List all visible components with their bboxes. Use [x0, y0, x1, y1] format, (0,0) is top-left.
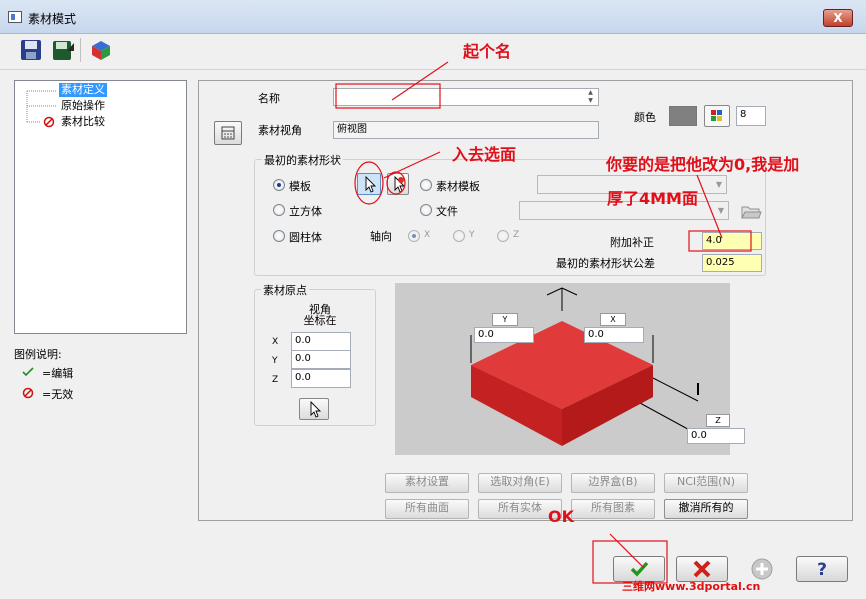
- color-number-field[interactable]: 8: [736, 106, 766, 126]
- legend-invalid: =无效: [42, 388, 74, 401]
- select-pointer-icon[interactable]: [357, 173, 381, 195]
- cylinder-label: 圆柱体: [289, 231, 322, 244]
- all-surfaces-button[interactable]: 所有曲面: [385, 499, 469, 519]
- shape-group-title: 最初的素材形状: [262, 152, 343, 168]
- stock-template-radio[interactable]: [420, 179, 432, 191]
- axis-y-label: Y: [469, 230, 475, 240]
- file-radio[interactable]: [420, 204, 432, 216]
- origin-y-field[interactable]: 0.0: [291, 350, 351, 369]
- axis-y-radio[interactable]: [453, 230, 465, 242]
- bounding-box-button[interactable]: 边界盒(B): [571, 473, 655, 493]
- preview-z-field[interactable]: 0.0: [687, 428, 745, 444]
- axis-x-label: X: [424, 230, 431, 240]
- window-title: 素材模式: [28, 12, 77, 26]
- stock-setup-button[interactable]: 素材设置: [385, 473, 469, 493]
- axis-z-label: Z: [513, 230, 520, 240]
- legend-edit: =编辑: [42, 367, 74, 380]
- offset-field[interactable]: 4.0: [702, 232, 762, 250]
- stock-preview: [395, 283, 730, 455]
- annotation-offset-note-2: 厚了4MM面: [607, 189, 698, 208]
- save-icon[interactable]: [18, 37, 44, 63]
- title-bar: [0, 0, 866, 34]
- name-input[interactable]: [333, 88, 599, 106]
- template-radio[interactable]: [273, 179, 285, 191]
- template-label: 模板: [289, 180, 311, 193]
- tree-item-stock-definition[interactable]: 素材定义: [59, 83, 107, 97]
- file-label: 文件: [436, 205, 458, 218]
- annotation-name-note: 起个名: [463, 42, 512, 61]
- toolbar: [0, 34, 866, 70]
- origin-z-field[interactable]: 0.0: [291, 369, 351, 388]
- view-label: 素材视角: [258, 124, 302, 137]
- save-as-icon[interactable]: [50, 37, 76, 63]
- name-label: 名称: [258, 92, 280, 105]
- check-icon: [22, 367, 34, 377]
- calculator-icon[interactable]: [214, 121, 242, 145]
- preview-y-label: Y: [492, 313, 518, 326]
- tree-item-original-operation[interactable]: 原始操作: [59, 99, 107, 113]
- origin-y-label: Y: [272, 356, 278, 366]
- stock-shape-icon[interactable]: [88, 37, 114, 63]
- color-label: 颜色: [634, 111, 656, 124]
- watermark: 三维网www.3dportal.cn: [622, 580, 761, 593]
- name-spinner[interactable]: ▲ ▼: [583, 89, 598, 105]
- offset-label: 附加补正: [610, 236, 654, 249]
- stock-template-label: 素材模板: [436, 180, 480, 193]
- annotation-select-note: 入去选面: [452, 145, 517, 164]
- axis-x-radio[interactable]: [408, 230, 420, 242]
- preview-z-label: Z: [706, 414, 730, 427]
- origin-x-field[interactable]: 0.0: [291, 332, 351, 351]
- all-entities-button[interactable]: 所有图素: [571, 499, 655, 519]
- tree-item-stock-compare[interactable]: 素材比较: [59, 115, 107, 129]
- close-button[interactable]: X: [823, 9, 853, 27]
- color-swatch[interactable]: [669, 106, 697, 126]
- annotation-ok-note: OK: [548, 507, 574, 526]
- cube-radio[interactable]: [273, 204, 285, 216]
- origin-group-title: 素材原点: [261, 282, 309, 298]
- cube-label: 立方体: [289, 205, 322, 218]
- invalid-icon: [43, 116, 55, 128]
- annotation-offset-note-1: 你要的是把他改为0,我是加: [606, 155, 800, 174]
- toolbar-separator: [80, 38, 81, 62]
- origin-z-label: Z: [272, 375, 279, 385]
- preview-x-label: X: [600, 313, 626, 326]
- stock-tree: 素材定义 原始操作 素材比较: [14, 80, 187, 334]
- open-folder-icon[interactable]: [739, 200, 763, 222]
- svg-text:?: ?: [817, 560, 827, 580]
- nci-range-button[interactable]: NCI范围(N): [664, 473, 748, 493]
- origin-select-pointer-icon[interactable]: [299, 398, 329, 420]
- window-icon: [8, 11, 22, 23]
- origin-x-label: X: [272, 337, 279, 347]
- axis-label: 轴向: [370, 230, 392, 243]
- origin-coord-label: 坐标在: [303, 314, 337, 327]
- legend-title: 图例说明:: [14, 348, 62, 361]
- cylinder-radio[interactable]: [273, 230, 285, 242]
- color-palette-icon[interactable]: [704, 105, 730, 127]
- tolerance-field[interactable]: 0.025: [702, 254, 762, 272]
- tolerance-label: 最初的素材形状公差: [556, 257, 655, 270]
- select-corners-button[interactable]: 选取对角(E): [478, 473, 562, 493]
- axis-z-radio[interactable]: [497, 230, 509, 242]
- undo-all-button[interactable]: 撤消所有的: [664, 499, 748, 519]
- preview-y-field[interactable]: 0.0: [474, 327, 534, 343]
- invalid-icon: [22, 387, 34, 399]
- preview-x-field[interactable]: 0.0: [584, 327, 644, 343]
- help-button[interactable]: ?: [796, 556, 848, 582]
- select-solid-icon[interactable]: [387, 173, 409, 195]
- view-field: 俯视图: [333, 121, 599, 139]
